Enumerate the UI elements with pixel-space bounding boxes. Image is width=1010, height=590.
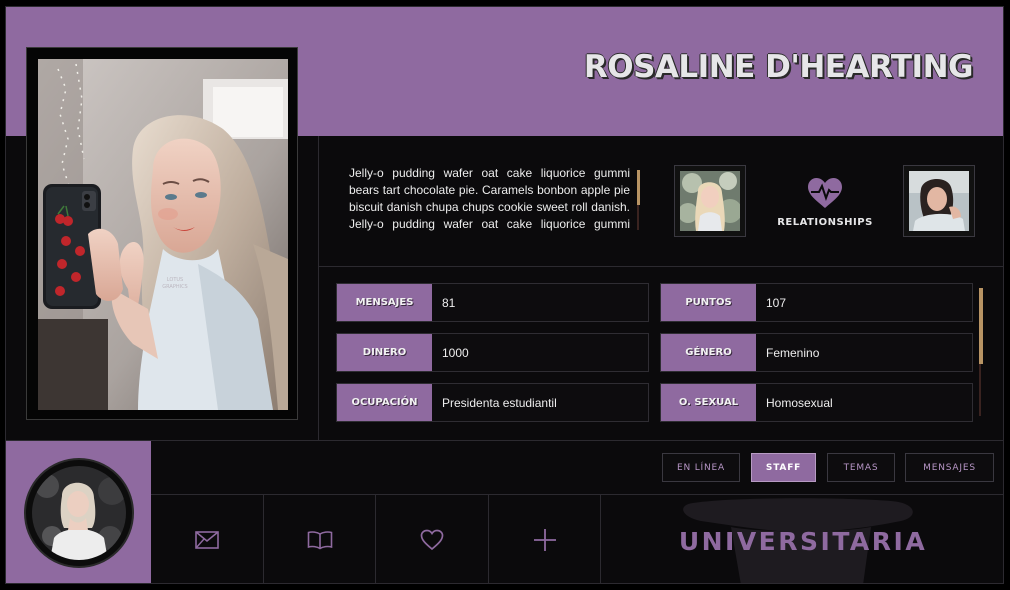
stat-label: MENSAJES: [337, 284, 432, 321]
bio-scrollbar[interactable]: [637, 170, 640, 230]
stat-value: Homosexual: [766, 395, 833, 410]
portrait-frame: LOTUS GRAPHICS: [26, 47, 298, 420]
divider-vertical: [318, 136, 319, 440]
profile-card: ROSALINE D'HEARTING LOTUS GRAPHICS Jelly…: [5, 6, 1004, 584]
stat-genero: GÉNERO Femenino: [660, 333, 973, 372]
stat-label: GÉNERO: [661, 334, 756, 371]
heart-pulse-icon: [808, 178, 842, 208]
tab-temas[interactable]: TEMAS: [827, 453, 895, 482]
relationship-avatar-1[interactable]: [674, 165, 746, 237]
add-button[interactable]: [489, 495, 601, 583]
stat-label: OCUPACIÓN: [337, 384, 432, 421]
stat-value: 1000: [442, 345, 469, 360]
stat-dinero: DINERO 1000: [336, 333, 649, 372]
stat-value: 81: [442, 295, 456, 310]
stat-value: Presidenta estudiantil: [442, 395, 557, 410]
avatar[interactable]: [24, 458, 134, 568]
group-name: UNIVERSITARIA: [678, 527, 928, 556]
stat-value: Femenino: [766, 345, 820, 360]
stats-scroll-thumb[interactable]: [979, 288, 983, 364]
profile-portrait: LOTUS GRAPHICS: [38, 59, 288, 410]
relationship-avatar-2[interactable]: [903, 165, 975, 237]
relationships-label: RELATIONSHIPS: [777, 217, 873, 228]
stat-label: DINERO: [337, 334, 432, 371]
avatar-panel: [6, 441, 151, 583]
envelope-icon: [195, 531, 219, 549]
stat-mensajes: MENSAJES 81: [336, 283, 649, 322]
plus-icon: [533, 529, 556, 551]
stat-label: PUNTOS: [661, 284, 756, 321]
profile-bio[interactable]: Jelly-o pudding wafer oat cake liquorice…: [349, 165, 630, 233]
stat-label: O. SEXUAL: [661, 384, 756, 421]
watermark: LOTUS GRAPHICS: [162, 277, 188, 290]
stat-orientacion-sexual: O. SEXUAL Homosexual: [660, 383, 973, 422]
relationships-section[interactable]: RELATIONSHIPS: [766, 177, 884, 228]
stat-value: 107: [766, 295, 787, 310]
bio-scroll-thumb[interactable]: [637, 170, 640, 205]
tab-en-linea[interactable]: EN LÍNEA: [662, 453, 740, 482]
tab-mensajes[interactable]: MENSAJES: [905, 453, 994, 482]
book-icon: [307, 531, 332, 550]
group-section: UNIVERSITARIA: [601, 495, 1003, 583]
divider-horizontal: [319, 266, 1003, 267]
profile-name: ROSALINE D'HEARTING: [583, 49, 974, 85]
divider-horizontal: [6, 440, 1003, 441]
send-message-button[interactable]: [151, 495, 264, 583]
stat-puntos: PUNTOS 107: [660, 283, 973, 322]
stats-scrollbar[interactable]: [979, 288, 983, 416]
view-posts-button[interactable]: [264, 495, 376, 583]
like-button[interactable]: [376, 495, 489, 583]
stat-ocupacion: OCUPACIÓN Presidenta estudiantil: [336, 383, 649, 422]
tab-staff[interactable]: STAFF: [751, 453, 816, 482]
heart-icon: [420, 529, 444, 551]
